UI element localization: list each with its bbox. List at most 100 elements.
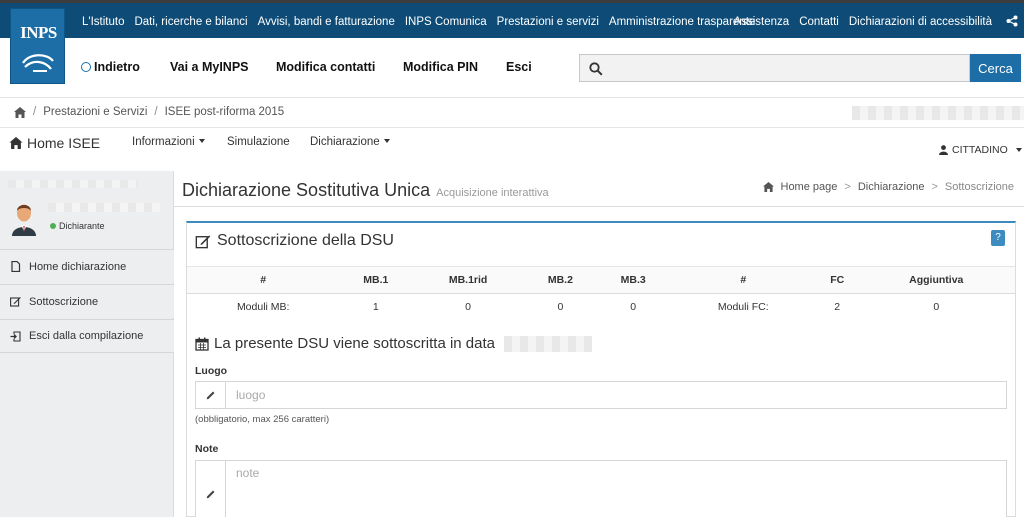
sidebar-item-label: Home dichiarazione bbox=[29, 260, 127, 273]
table-row: Moduli MB: 1 0 0 0 Moduli FC: 2 0 bbox=[187, 294, 1015, 321]
page-title-text: Dichiarazione Sostitutiva Unica bbox=[182, 180, 431, 200]
table-header: MB.3 bbox=[596, 266, 670, 294]
isee-nav: Home ISEE Informazioni Simulazione Dichi… bbox=[0, 127, 1024, 171]
table-header-row: # MB.1 MB.1rid MB.2 MB.3 # FC Aggiuntiva bbox=[187, 266, 1015, 294]
help-button[interactable]: ? bbox=[991, 230, 1005, 246]
page-breadcrumb-home[interactable]: Home page bbox=[781, 181, 838, 193]
page-subtitle: Acquisizione interattiva bbox=[436, 187, 549, 199]
document-icon bbox=[11, 261, 21, 272]
sidebar-item-esci[interactable]: Esci dalla compilazione bbox=[0, 319, 174, 353]
topnav-dati[interactable]: Dati, ricerche e bilanci bbox=[134, 16, 247, 28]
topnav-accessibilita[interactable]: Dichiarazioni di accessibilità bbox=[849, 16, 992, 28]
note-textarea[interactable] bbox=[236, 466, 996, 516]
luogo-label: Luogo bbox=[195, 365, 228, 377]
dsu-date-line: La presente DSU viene sottoscritta in da… bbox=[195, 335, 592, 352]
sidebar-item-home-dichiarazione[interactable]: Home dichiarazione bbox=[0, 249, 174, 283]
sidebar-item-label: Esci dalla compilazione bbox=[29, 330, 144, 342]
divider bbox=[174, 206, 1024, 207]
inps-logo[interactable]: INPS bbox=[10, 8, 65, 84]
share-icon[interactable] bbox=[1006, 15, 1018, 27]
breadcrumb: / Prestazioni e Servizi / ISEE post-rifo… bbox=[14, 106, 284, 118]
topnav-assistenza[interactable]: Assistenza bbox=[734, 16, 790, 28]
table-header: Aggiuntiva bbox=[857, 266, 1015, 294]
breadcrumb-prestazioni[interactable]: Prestazioni e Servizi bbox=[43, 106, 147, 118]
topnav-istituto[interactable]: L'Istituto bbox=[82, 16, 124, 28]
table-cell: 0 bbox=[557, 301, 564, 314]
modifica-pin-link[interactable]: Modifica PIN bbox=[403, 60, 478, 74]
home-isee-link[interactable]: Home ISEE bbox=[9, 135, 100, 151]
pencil-icon bbox=[206, 391, 215, 400]
pencil-icon bbox=[206, 490, 215, 499]
redacted-area bbox=[852, 106, 1024, 120]
user-icon bbox=[939, 145, 948, 155]
search-icon bbox=[589, 62, 603, 76]
page-breadcrumb: Home page > Dichiarazione > Sottoscrizio… bbox=[762, 181, 1014, 193]
note-label: Note bbox=[195, 443, 219, 455]
table-cell: 0 bbox=[630, 301, 637, 314]
myinps-link[interactable]: Vai a MyINPS bbox=[170, 60, 249, 74]
redacted-area bbox=[8, 180, 138, 188]
note-field bbox=[195, 460, 1007, 517]
top-bar: L'Istituto Dati, ricerche e bilanci Avvi… bbox=[0, 0, 1024, 38]
table-cell: 0 bbox=[933, 301, 940, 314]
sidebar: Dichiarante Home dichiarazione Sottoscri… bbox=[0, 171, 174, 517]
user-menu[interactable]: CITTADINO bbox=[939, 144, 1022, 156]
moduli-table: # MB.1 MB.1rid MB.2 MB.3 # FC Aggiuntiva… bbox=[187, 266, 1015, 321]
signout-icon bbox=[10, 330, 21, 342]
logo-mark-icon bbox=[22, 54, 54, 72]
back-arrow-icon bbox=[81, 62, 91, 72]
table-header: MB.2 bbox=[523, 266, 597, 294]
page-breadcrumb-dichiarazione[interactable]: Dichiarazione bbox=[858, 181, 925, 193]
note-addon bbox=[196, 461, 226, 517]
table-cell: 1 bbox=[372, 301, 379, 314]
user-label: CITTADINO bbox=[952, 144, 1008, 156]
sidebar-item-sottoscrizione[interactable]: Sottoscrizione bbox=[0, 284, 174, 318]
menu-simulazione[interactable]: Simulazione bbox=[227, 136, 290, 148]
back-button[interactable]: Indietro bbox=[81, 60, 140, 74]
status-label: Dichiarante bbox=[59, 221, 105, 231]
table-header: # bbox=[669, 266, 817, 294]
search-input[interactable] bbox=[610, 55, 968, 81]
luogo-addon bbox=[196, 382, 226, 408]
topnav-contatti[interactable]: Contatti bbox=[799, 16, 839, 28]
sottoscrizione-panel: Sottoscrizione della DSU ? # MB.1 MB.1ri… bbox=[186, 221, 1016, 517]
redacted-date bbox=[504, 335, 592, 352]
luogo-input[interactable] bbox=[236, 382, 996, 408]
back-label: Indietro bbox=[94, 60, 140, 74]
menu-informazioni-label: Informazioni bbox=[132, 136, 195, 148]
sidebar-item-label: Sottoscrizione bbox=[29, 295, 99, 308]
table-header: MB.1 bbox=[339, 266, 413, 294]
table-cell: Moduli MB: bbox=[236, 301, 290, 314]
calendar-icon bbox=[195, 337, 209, 351]
menu-informazioni[interactable]: Informazioni bbox=[132, 136, 205, 148]
avatar bbox=[12, 204, 36, 236]
topnav-prestazioni[interactable]: Prestazioni e servizi bbox=[497, 16, 599, 28]
table-header: # bbox=[187, 266, 340, 294]
menu-dichiarazione-label: Dichiarazione bbox=[310, 136, 380, 148]
table-cell: 2 bbox=[834, 301, 841, 314]
dsu-date-text: La presente DSU viene sottoscritta in da… bbox=[214, 335, 495, 352]
chevron-down-icon bbox=[198, 139, 205, 143]
home-icon[interactable] bbox=[14, 106, 26, 118]
table-cell: 0 bbox=[465, 301, 471, 314]
edit-icon bbox=[195, 234, 211, 248]
home-isee-label: Home ISEE bbox=[27, 135, 101, 151]
topnav-comunica[interactable]: INPS Comunica bbox=[405, 16, 487, 28]
search-button[interactable]: Cerca bbox=[970, 54, 1021, 82]
chevron-down-icon bbox=[1015, 148, 1022, 152]
menu-dichiarazione[interactable]: Dichiarazione bbox=[310, 136, 390, 148]
redacted-area bbox=[48, 203, 160, 212]
table-header: FC bbox=[816, 266, 858, 294]
modifica-contatti-link[interactable]: Modifica contatti bbox=[276, 60, 375, 74]
esci-link[interactable]: Esci bbox=[506, 60, 532, 74]
search-box bbox=[579, 54, 970, 82]
breadcrumb-isee: ISEE post-riforma 2015 bbox=[164, 106, 285, 118]
table-header: MB.1rid bbox=[412, 266, 524, 294]
logo-text: INPS bbox=[20, 23, 57, 42]
panel-title-text: Sottoscrizione della DSU bbox=[217, 232, 394, 249]
luogo-field bbox=[195, 381, 1007, 409]
topnav-avvisi[interactable]: Avvisi, bandi e fatturazione bbox=[258, 16, 395, 28]
edit-icon bbox=[10, 297, 21, 307]
browser-strip bbox=[0, 0, 1024, 3]
page-title: Dichiarazione Sostitutiva Unica Acquisizi… bbox=[182, 180, 549, 201]
